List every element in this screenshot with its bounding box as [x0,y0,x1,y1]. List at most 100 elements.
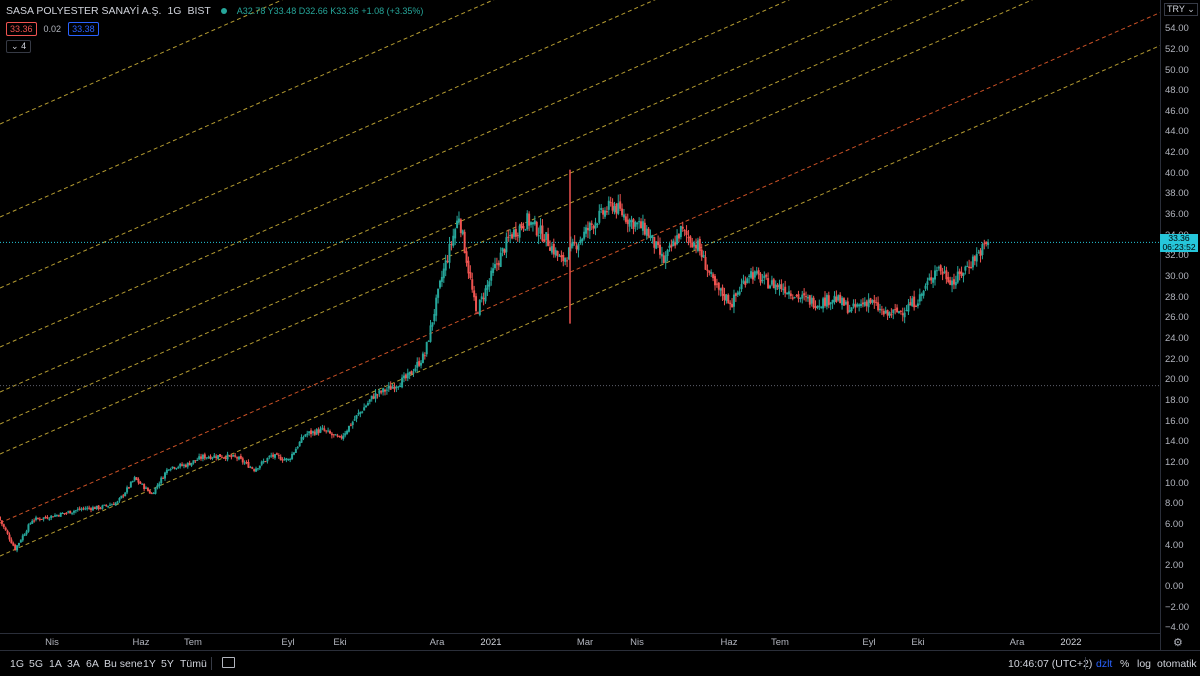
candle-body [966,266,969,268]
date-range-icon[interactable] [222,657,235,668]
candle-body [249,466,252,468]
candle-body [782,288,785,291]
candle-body [255,468,258,472]
candle-body [511,234,514,239]
buy-price-button[interactable]: 33.38 [68,22,99,36]
candle-body [476,312,479,314]
candle-body [841,297,844,306]
candle-body [640,221,643,229]
candle-body [48,518,51,520]
channel-line-7 [0,0,284,125]
range-5g[interactable]: 5G [29,658,43,670]
candle-body [36,518,39,520]
candle-body [622,214,625,218]
sell-price-button[interactable]: 33.36 [6,22,37,36]
candle-body [50,515,53,519]
candle-body [323,428,326,431]
interval-label[interactable]: 1G [167,5,181,17]
buy-sell-row: 33.36 0.02 33.38 [6,22,99,36]
candle-body [404,374,407,379]
candle-body [503,249,506,254]
candle-body [825,294,828,307]
candle-body [765,274,768,277]
candle-body [264,461,267,463]
candle-body [575,245,578,250]
candle-body [270,455,273,457]
candle-body [531,222,534,225]
price-axis[interactable]: 54.00 52.00 50.00 48.00 46.00 44.00 42.00 40.00… [1160,0,1200,650]
candle-body [291,453,294,460]
candle-body [751,272,754,280]
candle-body [169,469,172,471]
chart-area[interactable]: SASA POLYESTER SANAYİ A.Ş. 1G BIST A32.7… [0,0,1160,633]
indicators-toggle[interactable]: ⌄ 4 [6,40,32,53]
candle-body [712,274,715,279]
candle-body [351,421,354,426]
candle-body [484,288,487,302]
candle-body [769,285,771,289]
range-bu-sene[interactable]: Bu sene [104,658,143,670]
chart-canvas[interactable] [0,0,1160,633]
candle-body [805,296,808,298]
candle-body [861,302,864,305]
candle-body [763,275,766,279]
candle-body [683,230,686,232]
range-5y[interactable]: 5Y [161,658,174,670]
candle-body [695,244,698,249]
percent-toggle[interactable]: % [1120,658,1129,670]
auto-toggle[interactable]: otomatik [1157,658,1197,670]
symbol-name[interactable]: SASA POLYESTER SANAYİ A.Ş. [6,5,161,17]
candle-body [719,288,722,291]
candle-body [723,293,726,300]
candle-body [262,461,265,463]
time-axis[interactable]: Nis Haz Tem Eyl Eki Ara 2021 Mar Nis Haz Tem Eyl Eki… [0,633,1160,651]
candle-body [209,456,212,459]
candle-body [863,302,866,306]
candle-body [693,242,696,247]
candle-body [492,268,495,274]
candle-body [609,201,612,203]
log-toggle[interactable]: log [1137,658,1151,670]
candle-body [901,313,904,316]
candle-body [822,298,825,309]
adjust-toggle[interactable]: dzlt [1096,658,1112,670]
candle-body [203,454,206,459]
candle-body [679,226,682,238]
candle-body [951,280,954,286]
candle-body [14,544,17,551]
candle-body [317,429,320,434]
price-tick-label: 46.00 [1165,105,1189,117]
candle-body [943,271,946,273]
candle-body [156,485,159,488]
range-3a[interactable]: 3A [67,658,80,670]
candle-body [456,220,459,229]
candle-body [731,304,734,308]
candle-body [613,206,616,213]
candle-body [330,433,333,436]
candle-body [736,292,739,295]
range-6a[interactable]: 6A [86,658,99,670]
candle-body [524,229,527,231]
range-1g[interactable]: 1G [10,658,24,670]
clock-time[interactable]: 10:46:07 (UTC+2) [1008,658,1092,670]
candle-body [579,239,582,244]
candle-body [602,210,605,215]
candle-body [29,523,32,525]
candle-body [268,456,271,458]
settings-icon[interactable]: ⚙ [1173,636,1183,649]
candle-body [894,309,897,311]
candle-body [831,299,834,304]
candle-body [748,275,751,278]
candle-body [126,487,129,493]
range-tumu[interactable]: Tümü [180,658,207,670]
currency-button[interactable]: TRY ⌄ [1164,3,1198,16]
candle-body [674,242,677,246]
candle-body [186,462,189,467]
candle-body [744,281,747,285]
candle-body [571,241,574,247]
candle-body [945,270,948,280]
range-1a[interactable]: 1A [49,658,62,670]
range-1y[interactable]: 1Y [143,658,156,670]
candle-body [378,390,381,394]
candle-body [884,310,887,314]
